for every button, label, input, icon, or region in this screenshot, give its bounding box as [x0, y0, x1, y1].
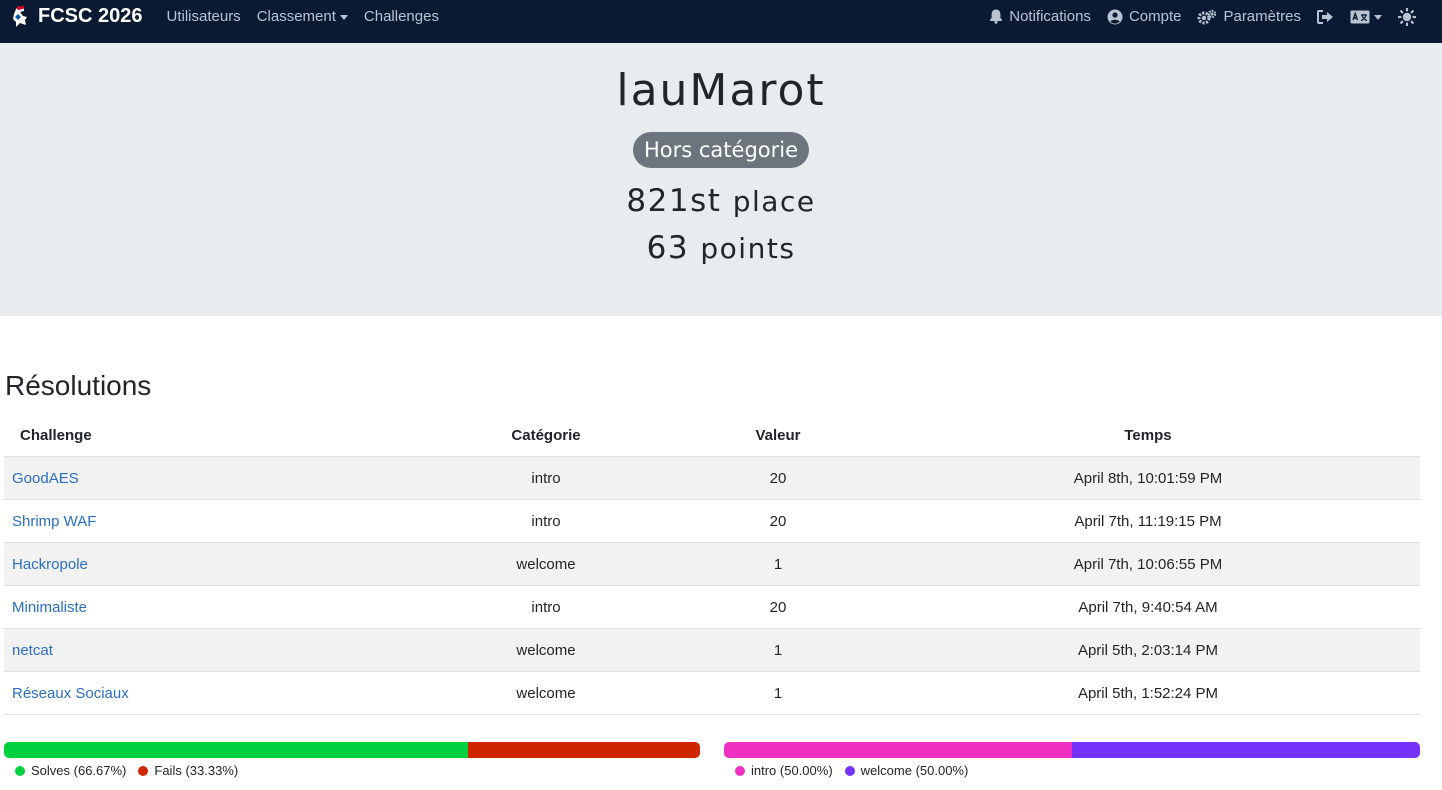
gears-icon: [1197, 9, 1217, 24]
points-word: points: [700, 232, 796, 265]
solve-time: April 5th, 1:52:24 PM: [876, 671, 1420, 715]
legend-dot-icon: [844, 765, 855, 776]
header-category: Catégorie: [412, 414, 680, 457]
legend-item-solves[interactable]: Solves (66.67%): [15, 763, 126, 778]
nav-users[interactable]: Utilisateurs: [167, 8, 241, 25]
challenge-value: 20: [680, 499, 876, 543]
language-dropdown[interactable]: [1350, 10, 1382, 24]
nav-challenges[interactable]: Challenges: [364, 8, 439, 25]
legend-dot-icon: [735, 765, 745, 776]
challenge-link[interactable]: Minimaliste: [12, 599, 87, 616]
challenge-value: 1: [680, 628, 876, 672]
table-row: netcat welcome 1 April 5th, 2:03:14 PM: [4, 628, 1420, 672]
solve-time: April 5th, 2:03:14 PM: [876, 628, 1420, 672]
bracket-badge: Hors catégorie: [632, 132, 810, 168]
place-number: 821st: [626, 183, 722, 219]
solves-fails-bar: [4, 742, 700, 758]
table-row: GoodAES intro 20 April 8th, 10:01:59 PM: [4, 456, 1420, 500]
header-value: Valeur: [680, 414, 876, 457]
legend-label: Fails (33.33%): [154, 763, 239, 778]
bar-segment-solves: [4, 742, 469, 758]
bell-icon: [990, 9, 1003, 24]
nav-notifications-label: Notifications: [1009, 8, 1091, 25]
logout-button[interactable]: [1317, 9, 1334, 24]
challenge-link[interactable]: GoodAES: [12, 470, 79, 487]
sun-icon: [1398, 7, 1416, 26]
caret-down-icon: [339, 15, 348, 20]
brand-link[interactable]: FCSC 2026: [10, 5, 143, 29]
solve-time: April 7th, 9:40:54 AM: [876, 585, 1420, 629]
place-word: place: [732, 185, 816, 218]
nav-settings[interactable]: Paramètres: [1197, 8, 1301, 25]
legend-dot-icon: [15, 765, 25, 776]
header-time: Temps: [876, 414, 1420, 457]
rooster-logo-icon: [13, 5, 27, 27]
table-row: Hackropole welcome 1 April 7th, 10:06:55…: [4, 542, 1420, 586]
challenge-category: intro: [412, 456, 680, 500]
challenge-value: 20: [680, 585, 876, 629]
legend-item-intro[interactable]: intro (50.00%): [735, 763, 833, 778]
user-name: lauMarot: [616, 65, 826, 116]
challenge-link[interactable]: Réseaux Sociaux: [12, 685, 129, 702]
challenge-link[interactable]: Shrimp WAF: [12, 513, 96, 530]
legend-item-welcome[interactable]: welcome (50.00%): [844, 763, 969, 778]
table-row: Réseaux Sociaux welcome 1 April 5th, 1:5…: [4, 671, 1420, 715]
challenge-value: 1: [680, 542, 876, 586]
challenge-category: intro: [412, 499, 680, 543]
challenge-category: welcome: [412, 628, 680, 672]
bar-segment-welcome: [1072, 742, 1420, 758]
legend-dot-icon: [138, 765, 149, 776]
profile-header: lauMarot Hors catégorie 821st place 63 p…: [0, 43, 1442, 316]
table-row: Shrimp WAF intro 20 April 7th, 11:19:15 …: [4, 499, 1420, 543]
challenge-link[interactable]: Hackropole: [12, 556, 88, 573]
solves-title: Résolutions: [5, 370, 152, 401]
caret-down-icon: [1374, 15, 1382, 20]
nav-notifications[interactable]: Notifications: [989, 8, 1091, 25]
legend-label: intro (50.00%): [751, 763, 833, 778]
nav-scoreboard-label: Classement: [256, 8, 336, 25]
legend-item-fails[interactable]: Fails (33.33%): [138, 763, 238, 778]
challenge-category: welcome: [412, 671, 680, 715]
solves-fails-legend: Solves (66.67%) Fails (33.33%): [15, 763, 250, 778]
category-breakdown-legend: intro (50.00%) welcome (50.00%): [735, 763, 980, 778]
challenge-value: 1: [680, 671, 876, 715]
table-header-row: Challenge Catégorie Valeur Temps: [4, 414, 1420, 457]
solve-time: April 7th, 10:06:55 PM: [876, 542, 1420, 586]
category-breakdown-bar: [724, 742, 1420, 758]
bar-segment-fails: [468, 742, 700, 758]
challenge-category: intro: [412, 585, 680, 629]
challenge-link[interactable]: netcat: [12, 642, 53, 659]
table-row: Minimaliste intro 20 April 7th, 9:40:54 …: [4, 585, 1420, 629]
bar-segment-intro: [724, 742, 1072, 758]
user-points: 63 points: [0, 230, 1442, 266]
solve-time: April 8th, 10:01:59 PM: [876, 456, 1420, 500]
header-challenge: Challenge: [4, 414, 412, 457]
challenge-value: 20: [680, 456, 876, 500]
legend-label: welcome (50.00%): [860, 763, 969, 778]
theme-toggle[interactable]: [1398, 7, 1416, 26]
solves-table: Challenge Catégorie Valeur Temps GoodAES…: [4, 414, 1420, 715]
brand-name: FCSC 2026: [38, 5, 143, 27]
nav-settings-label: Paramètres: [1223, 8, 1301, 25]
user-place: 821st place: [0, 183, 1442, 219]
nav-scoreboard-dropdown[interactable]: Classement: [257, 8, 348, 25]
legend-label: Solves (66.67%): [31, 763, 127, 778]
points-number: 63: [646, 230, 690, 266]
navbar: FCSC 2026 Utilisateurs Classement Challe…: [0, 0, 1442, 43]
language-icon: [1350, 10, 1370, 23]
user-circle-icon: [1107, 9, 1123, 24]
logout-icon: [1317, 9, 1333, 24]
nav-account[interactable]: Compte: [1107, 8, 1182, 25]
solve-time: April 7th, 11:19:15 PM: [876, 499, 1420, 543]
challenge-category: welcome: [412, 542, 680, 586]
nav-account-label: Compte: [1128, 8, 1182, 25]
